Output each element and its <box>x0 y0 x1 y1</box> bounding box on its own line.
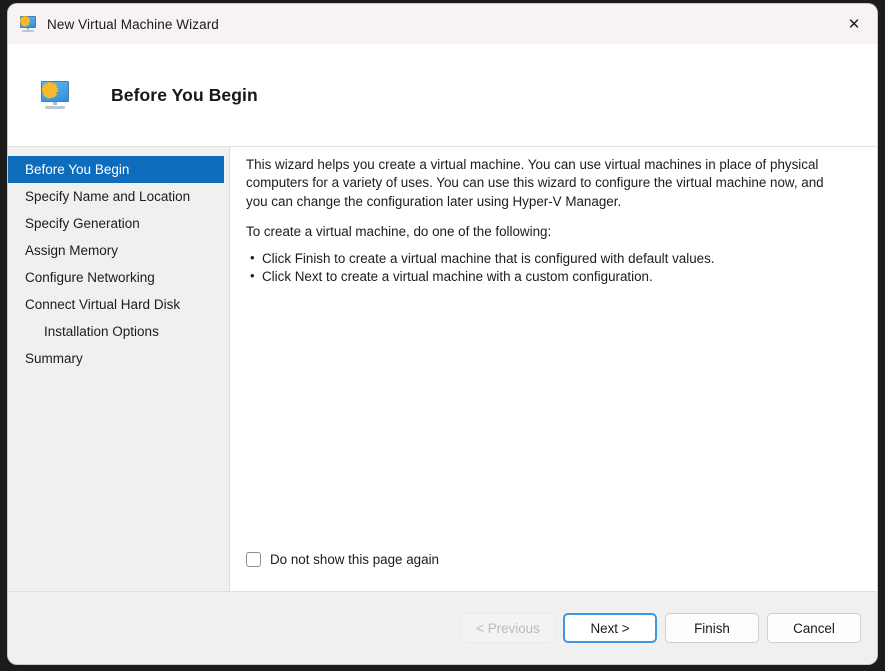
bullet-item-finish: Click Finish to create a virtual machine… <box>246 249 847 268</box>
sidebar-item-label: Configure Networking <box>25 270 155 285</box>
virtual-machine-monitor-icon <box>19 15 37 33</box>
wizard-header-banner: Before You Begin <box>8 44 877 147</box>
sidebar-item-label: Specify Generation <box>25 216 140 231</box>
wizard-body: Before You Begin Specify Name and Locati… <box>8 147 877 591</box>
bullet-item-next: Click Next to create a virtual machine w… <box>246 267 847 286</box>
close-icon[interactable]: ✕ <box>831 4 877 44</box>
finish-button[interactable]: Finish <box>665 613 759 643</box>
cancel-button[interactable]: Cancel <box>767 613 861 643</box>
sidebar-item-label: Summary <box>25 351 83 366</box>
next-button[interactable]: Next > <box>563 613 657 643</box>
checkbox-label: Do not show this page again <box>270 552 439 567</box>
sidebar-item-configure-networking[interactable]: Configure Networking <box>8 264 229 291</box>
intro-paragraph: This wizard helps you create a virtual m… <box>246 157 824 209</box>
new-virtual-machine-wizard-window: New Virtual Machine Wizard ✕ Before You … <box>8 4 877 664</box>
title-bar: New Virtual Machine Wizard ✕ <box>8 4 877 44</box>
sidebar-item-label: Connect Virtual Hard Disk <box>25 297 181 312</box>
wizard-step-list: Before You Begin Specify Name and Locati… <box>8 147 230 591</box>
sidebar-item-label: Before You Begin <box>25 162 130 177</box>
instruction-bullet-list: Click Finish to create a virtual machine… <box>246 249 847 287</box>
sidebar-item-before-you-begin[interactable]: Before You Begin <box>8 156 224 183</box>
page-title: Before You Begin <box>111 84 258 105</box>
wizard-header-monitor-icon <box>40 80 70 110</box>
sidebar-item-connect-virtual-hard-disk[interactable]: Connect Virtual Hard Disk <box>8 291 229 318</box>
sidebar-item-assign-memory[interactable]: Assign Memory <box>8 237 229 264</box>
sidebar-item-summary[interactable]: Summary <box>8 345 229 372</box>
window-title: New Virtual Machine Wizard <box>47 16 219 32</box>
sidebar-item-installation-options[interactable]: Installation Options <box>8 318 229 345</box>
checkbox-box-icon[interactable] <box>246 552 261 567</box>
sidebar-item-label: Assign Memory <box>25 243 119 258</box>
wizard-footer: < Previous Next > Finish Cancel <box>8 591 877 664</box>
instruction-paragraph: To create a virtual machine, do one of t… <box>246 224 552 240</box>
wizard-content-pane: This wizard helps you create a virtual m… <box>230 147 877 591</box>
sidebar-item-label: Specify Name and Location <box>25 189 191 204</box>
sidebar-item-specify-name-and-location[interactable]: Specify Name and Location <box>8 183 229 210</box>
previous-button[interactable]: < Previous <box>461 613 555 643</box>
do-not-show-again-checkbox[interactable]: Do not show this page again <box>246 552 439 567</box>
sidebar-item-specify-generation[interactable]: Specify Generation <box>8 210 229 237</box>
sidebar-item-label: Installation Options <box>44 324 159 339</box>
